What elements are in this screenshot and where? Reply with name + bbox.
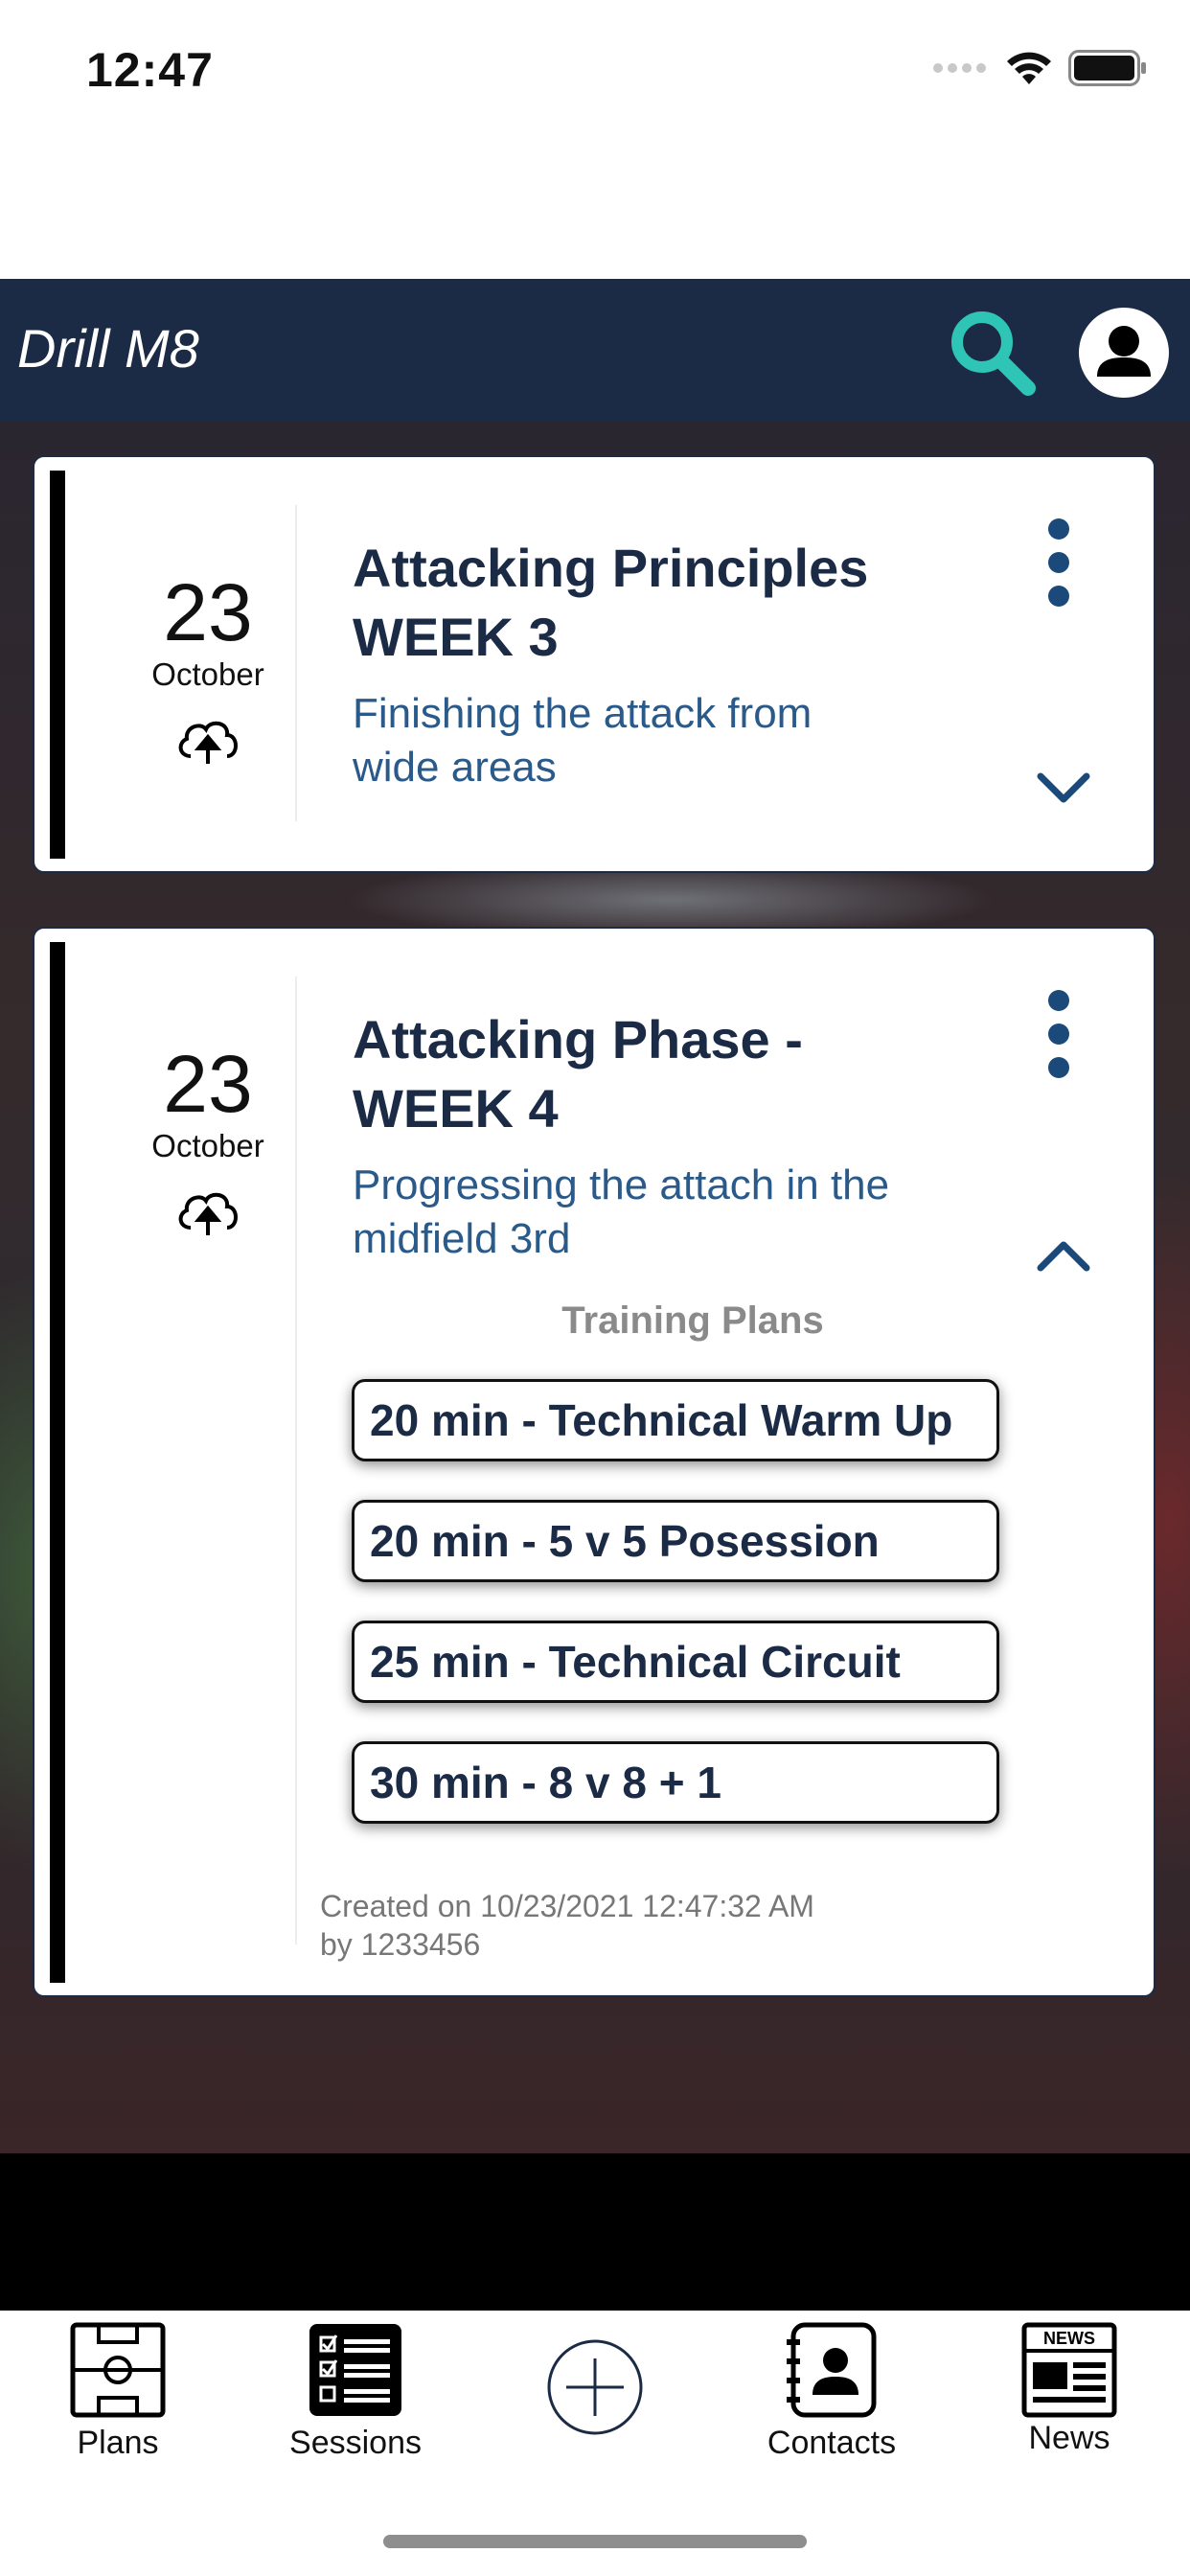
training-plan-button[interactable]: 20 min - 5 v 5 Posession xyxy=(352,1500,999,1582)
training-plan-button[interactable]: 30 min - 8 v 8 + 1 xyxy=(352,1741,999,1824)
session-date: 23 October xyxy=(88,1044,328,1239)
status-icons xyxy=(932,50,1147,86)
newspaper-icon: NEWS xyxy=(1021,2322,1117,2418)
session-title: Attacking Principles WEEK 3 xyxy=(353,534,1004,672)
footer-band xyxy=(0,2153,1190,2311)
tab-label: News xyxy=(1028,2420,1110,2456)
training-plan-button[interactable]: 20 min - Technical Warm Up xyxy=(352,1379,999,1461)
status-time: 12:47 xyxy=(86,43,214,97)
more-options-icon[interactable] xyxy=(1044,986,1073,1082)
session-subtitle-line: Finishing the attack from xyxy=(353,690,812,737)
tab-news[interactable]: NEWS News xyxy=(973,2322,1165,2457)
wifi-icon xyxy=(1007,52,1051,84)
account-button[interactable] xyxy=(1079,308,1169,398)
search-button[interactable] xyxy=(944,304,1040,400)
status-bar: 12:47 xyxy=(0,0,1190,144)
date-day: 23 xyxy=(163,1039,253,1129)
session-date: 23 October xyxy=(88,572,328,768)
session-card[interactable]: 23 October Attacking Principles WEEK 3 F… xyxy=(33,455,1156,873)
session-subtitle: Finishing the attack from wide areas xyxy=(353,687,1004,794)
tab-contacts[interactable]: Contacts xyxy=(736,2322,927,2462)
user-icon xyxy=(1097,326,1151,377)
card-divider xyxy=(295,977,297,1944)
session-title-line: WEEK 3 xyxy=(353,607,559,667)
session-title-line: Attacking Phase - xyxy=(353,1009,803,1070)
date-month: October xyxy=(151,1128,264,1163)
checklist-icon xyxy=(309,2324,401,2416)
session-subtitle-line: midfield 3rd xyxy=(353,1215,571,1262)
session-title: Attacking Phase - WEEK 4 xyxy=(353,1005,1004,1143)
tab-label: Plans xyxy=(77,2425,159,2461)
date-day: 23 xyxy=(163,567,253,657)
tab-label: Sessions xyxy=(289,2425,422,2461)
card-accent-bar xyxy=(50,471,65,859)
contacts-book-icon xyxy=(787,2322,877,2418)
training-plans-heading: Training Plans xyxy=(561,1300,824,1342)
app-title: Drill M8 xyxy=(17,318,199,379)
training-plan-button[interactable]: 25 min - Technical Circuit xyxy=(352,1621,999,1703)
created-date: Created on 10/23/2021 12:47:32 AM xyxy=(320,1889,814,1923)
add-circle-icon xyxy=(547,2339,643,2435)
app-header: Drill M8 xyxy=(0,279,1190,421)
home-indicator xyxy=(383,2535,807,2548)
session-card[interactable]: 23 October Attacking Phase - WEEK 4 Prog… xyxy=(33,927,1156,1997)
session-subtitle: Progressing the attach in the midfield 3… xyxy=(353,1159,1004,1266)
pitch-icon xyxy=(70,2322,166,2418)
news-badge-text: NEWS xyxy=(1043,2329,1095,2348)
more-options-icon[interactable] xyxy=(1044,515,1073,610)
session-title-line: Attacking Principles xyxy=(353,538,869,598)
session-title-line: WEEK 4 xyxy=(353,1078,559,1138)
card-accent-bar xyxy=(50,942,65,1983)
chevron-down-icon[interactable] xyxy=(1035,769,1092,807)
session-subtitle-line: Progressing the attach in the xyxy=(353,1162,890,1208)
tab-plans[interactable]: Plans xyxy=(22,2322,214,2462)
battery-icon xyxy=(1068,50,1146,86)
cloud-upload-icon[interactable] xyxy=(173,1182,242,1239)
date-month: October xyxy=(151,656,264,692)
cloud-upload-icon[interactable] xyxy=(173,710,242,768)
tab-sessions[interactable]: Sessions xyxy=(260,2322,451,2462)
chevron-up-icon[interactable] xyxy=(1035,1237,1092,1276)
created-meta: Created on 10/23/2021 12:47:32 AM by 123… xyxy=(320,1887,1048,1964)
card-divider xyxy=(295,505,297,821)
add-button[interactable] xyxy=(499,2337,691,2442)
session-subtitle-line: wide areas xyxy=(353,744,557,791)
tab-label: Contacts xyxy=(767,2425,897,2461)
search-icon xyxy=(951,311,1036,396)
created-by: by 1233456 xyxy=(320,1927,481,1962)
signal-icon xyxy=(933,63,986,73)
